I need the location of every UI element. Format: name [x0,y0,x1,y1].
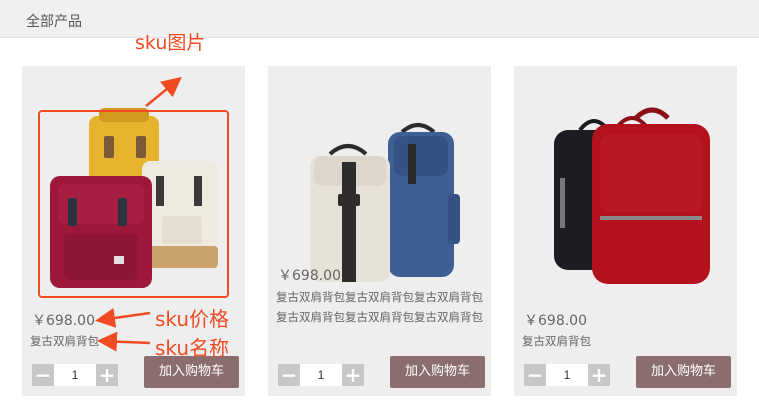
product-name[interactable]: 复古双肩背包复古双肩背包复古双肩背包复古双肩背包复古双肩背包复古双肩背包 [276,287,486,327]
product-price: ￥698.00 [278,268,341,284]
quantity-stepper: − 1 + [32,364,118,386]
quantity-stepper: − 1 + [278,364,364,386]
quantity-input[interactable]: 1 [54,364,96,386]
quantity-stepper: − 1 + [524,364,610,386]
page-title: 全部产品 [26,14,82,30]
sku-image-annotation: sku图片 [135,32,206,54]
add-to-cart-button[interactable]: 加入购物车 [390,356,485,388]
product-name[interactable]: 复古双肩背包 [522,331,727,351]
minus-button[interactable]: − [32,364,54,386]
add-to-cart-button[interactable]: 加入购物车 [636,356,731,388]
quantity-input[interactable]: 1 [300,364,342,386]
minus-button[interactable]: − [278,364,300,386]
product-card[interactable]: ￥698.00 复古双肩背包 − 1 + 加入购物车 [514,66,737,396]
black-red-backpacks-image[interactable] [536,106,716,296]
page-header: 全部产品 [0,0,759,38]
sku-name-annotation: sku名称 [155,336,230,360]
plus-button[interactable]: + [588,364,610,386]
sku-image-highlight [38,110,229,298]
product-card[interactable]: ￥698.00 复古双肩背包复古双肩背包复古双肩背包复古双肩背包复古双肩背包复古… [268,66,491,396]
plus-button[interactable]: + [96,364,118,386]
sku-price-annotation: sku价格 [155,307,230,331]
product-price: ￥698.00 [524,313,587,329]
white-blue-backpacks-image[interactable] [290,114,470,284]
product-price: ￥698.00 [32,313,95,329]
quantity-input[interactable]: 1 [546,364,588,386]
minus-button[interactable]: − [524,364,546,386]
plus-button[interactable]: + [342,364,364,386]
